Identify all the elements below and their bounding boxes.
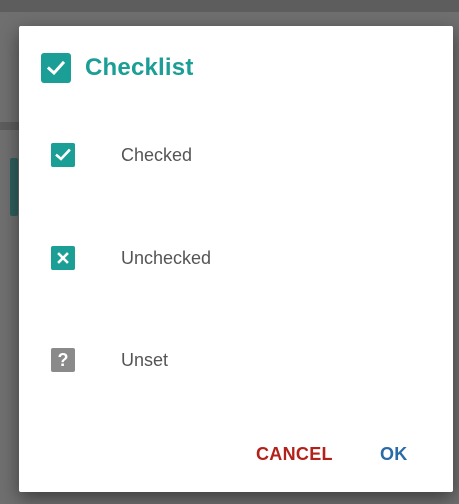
- ok-button[interactable]: OK: [380, 444, 408, 465]
- checklist-item-label: Unchecked: [121, 247, 212, 268]
- question-mark-icon[interactable]: ?: [51, 348, 75, 372]
- checklist-item-checked[interactable]: Checked: [51, 142, 192, 168]
- background-app-bar: [0, 0, 459, 12]
- dialog-title: Checklist: [85, 54, 194, 81]
- background-accent: [10, 158, 18, 216]
- checklist-item-unchecked[interactable]: Unchecked: [51, 245, 211, 271]
- checklist-dialog: Checklist Checked Unchecked ? Unset CANC…: [19, 26, 453, 492]
- checklist-item-unset[interactable]: ? Unset: [51, 347, 168, 373]
- background-divider: [0, 122, 19, 130]
- check-icon[interactable]: [51, 143, 75, 167]
- checklist-item-label: Checked: [121, 144, 193, 165]
- checkbox-checked-icon: [41, 53, 71, 83]
- x-icon[interactable]: [51, 246, 75, 270]
- dialog-header: Checklist: [41, 53, 194, 83]
- cancel-button[interactable]: CANCEL: [256, 444, 333, 465]
- checklist-item-label: Unset: [121, 349, 169, 370]
